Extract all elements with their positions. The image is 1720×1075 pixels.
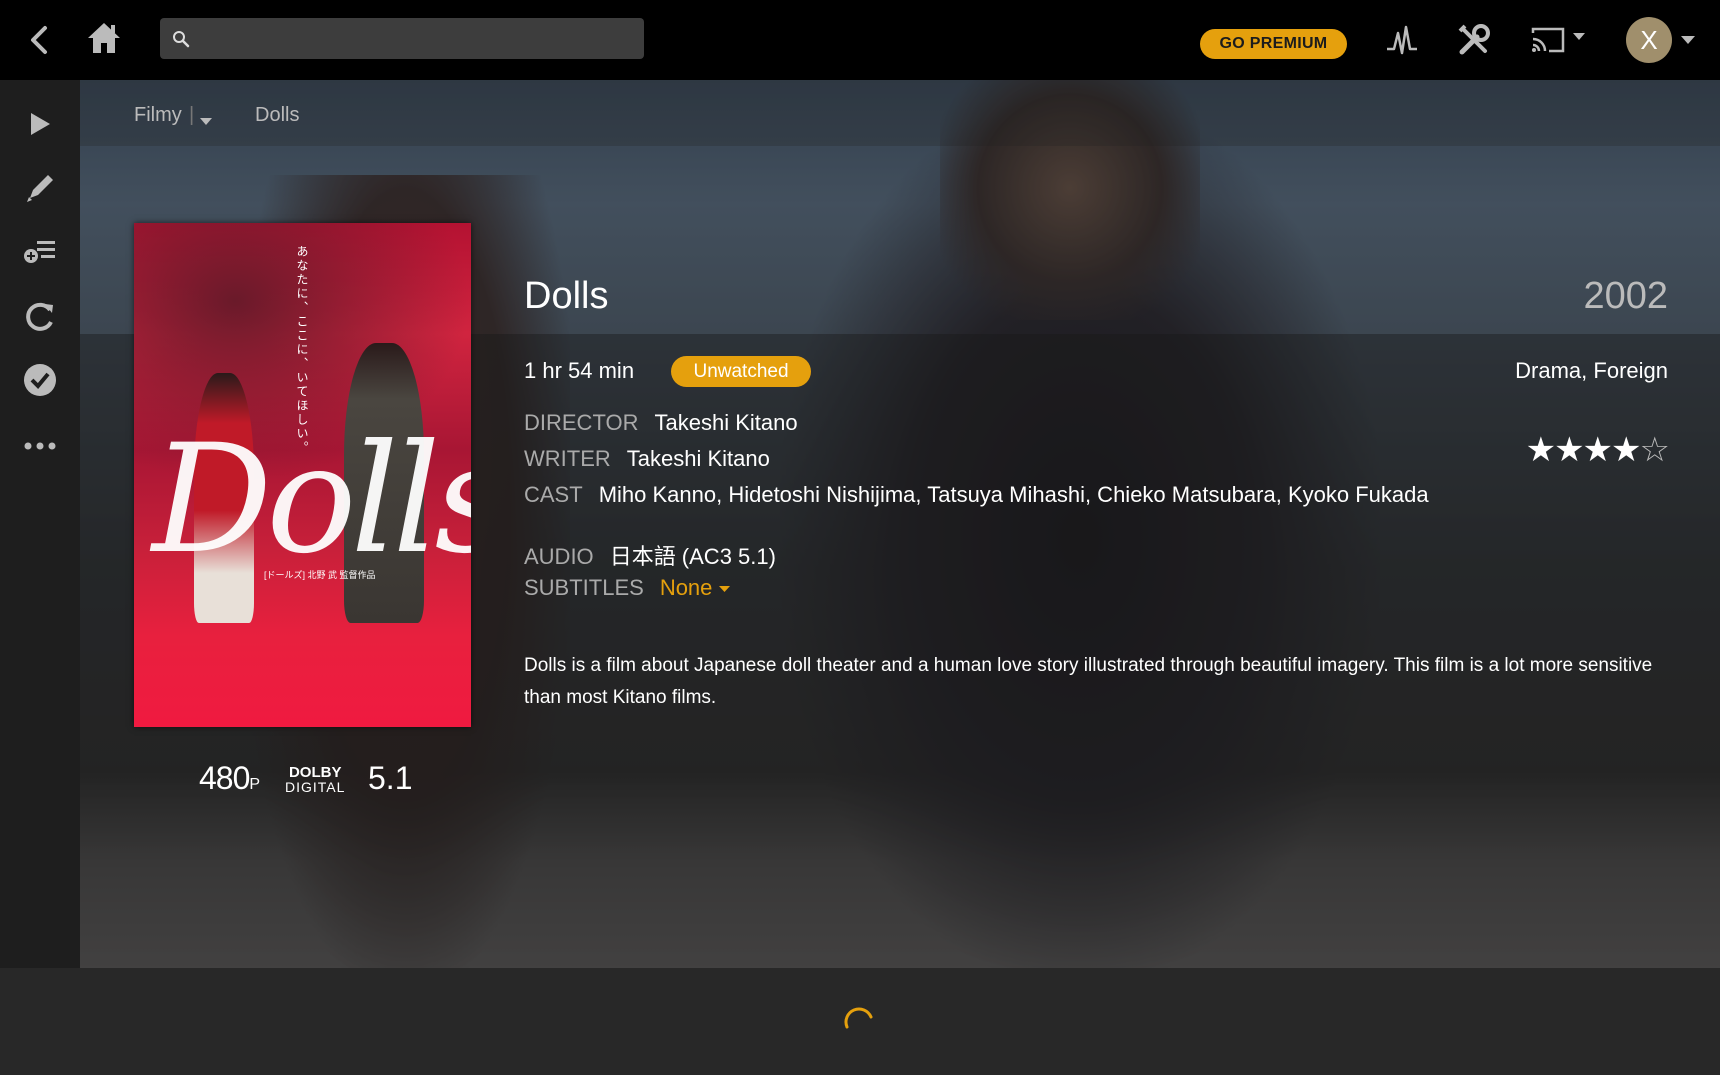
chevron-left-icon — [31, 26, 47, 54]
director-label: DIRECTOR — [524, 410, 639, 435]
action-sidebar — [0, 80, 80, 968]
movie-poster: あなたに、ここに、いてほしい。 Dolls [ドールズ] 北野 武 監督作品 — [134, 223, 471, 727]
star-filled-icon[interactable]: ★ — [1611, 431, 1642, 469]
breadcrumb-library[interactable]: Filmy — [134, 104, 182, 127]
director-value[interactable]: Takeshi Kitano — [655, 410, 798, 435]
star-filled-icon[interactable]: ★ — [1583, 431, 1614, 469]
caret-down-icon — [718, 585, 730, 592]
cast-button[interactable] — [1528, 22, 1590, 58]
resolution-badge: 480P — [199, 760, 260, 796]
star-rating[interactable]: ★★★★☆ — [1526, 430, 1671, 470]
star-filled-icon[interactable]: ★ — [1554, 431, 1585, 469]
user-menu-button[interactable] — [1678, 30, 1698, 50]
search-input[interactable] — [200, 29, 630, 48]
activity-button[interactable] — [1382, 20, 1422, 60]
breadcrumb-current[interactable]: Dolls — [255, 104, 299, 127]
more-horizontal-icon — [24, 442, 56, 450]
play-button[interactable] — [20, 104, 60, 144]
audio-row: AUDIO 日本語 (AC3 5.1) — [524, 539, 776, 571]
caret-down-icon — [200, 118, 212, 125]
avatar[interactable]: X — [1626, 17, 1672, 63]
go-premium-button[interactable]: GO PREMIUM — [1200, 29, 1347, 59]
search-bar[interactable] — [160, 18, 644, 59]
chevron-down-icon — [1681, 36, 1695, 44]
search-icon — [173, 30, 190, 47]
status-badge: Unwatched — [671, 356, 811, 387]
audio-value[interactable]: 日本語 (AC3 5.1) — [610, 544, 776, 569]
add-to-playlist-button[interactable] — [20, 232, 60, 272]
star-empty-icon[interactable]: ☆ — [1640, 431, 1671, 469]
check-circle-icon — [24, 364, 56, 396]
cast-row: CAST Miho Kanno, Hidetoshi Nishijima, Tat… — [524, 482, 1429, 508]
activity-icon — [1387, 25, 1417, 55]
writer-label: WRITER — [524, 446, 611, 471]
back-button[interactable] — [22, 22, 58, 58]
cast-icon — [1531, 27, 1585, 53]
loading-spinner-icon — [844, 1007, 873, 1029]
home-button[interactable] — [84, 18, 124, 58]
director-row: DIRECTOR Takeshi Kitano — [524, 410, 798, 436]
more-button[interactable] — [20, 426, 60, 466]
star-filled-icon[interactable]: ★ — [1526, 431, 1557, 469]
subtitles-row: SUBTITLES None — [524, 575, 730, 601]
poster-credit: [ドールズ] 北野 武 監督作品 — [264, 570, 376, 580]
home-icon — [88, 23, 120, 53]
edit-button[interactable] — [20, 168, 60, 208]
cast-value[interactable]: Miho Kanno, Hidetoshi Nishijima, Tatsuya… — [599, 482, 1429, 507]
poster-title-art: Dolls — [152, 413, 471, 587]
subtitles-select[interactable]: None — [660, 575, 730, 600]
cast-label: CAST — [524, 482, 583, 507]
release-year: 2002 — [1583, 275, 1668, 317]
play-icon — [31, 113, 50, 135]
breadcrumb-bar — [80, 80, 1720, 146]
refresh-button[interactable] — [20, 296, 60, 336]
genres: Drama, Foreign — [1515, 358, 1668, 383]
library-dropdown-button[interactable] — [200, 113, 212, 131]
breadcrumb-separator: | — [189, 104, 195, 126]
settings-button[interactable] — [1454, 20, 1494, 60]
pencil-icon — [27, 175, 53, 202]
dolby-digital-badge: DOLBY DIGITAL — [285, 764, 346, 795]
audio-label: AUDIO — [524, 544, 594, 569]
refresh-icon — [26, 302, 53, 331]
tools-icon — [1458, 24, 1490, 55]
playlist-add-icon — [24, 241, 55, 263]
writer-row: WRITER Takeshi Kitano — [524, 446, 770, 472]
summary: Dolls is a film about Japanese doll thea… — [524, 655, 1653, 708]
top-bar: GO PREMIUM X — [0, 0, 1720, 80]
duration: 1 hr 54 min — [524, 358, 635, 383]
page-title: Dolls — [524, 275, 609, 317]
subtitles-label: SUBTITLES — [524, 575, 644, 600]
audio-channels-badge: 5.1 — [368, 760, 413, 796]
writer-value[interactable]: Takeshi Kitano — [627, 446, 770, 471]
mark-watched-button[interactable] — [20, 360, 60, 400]
